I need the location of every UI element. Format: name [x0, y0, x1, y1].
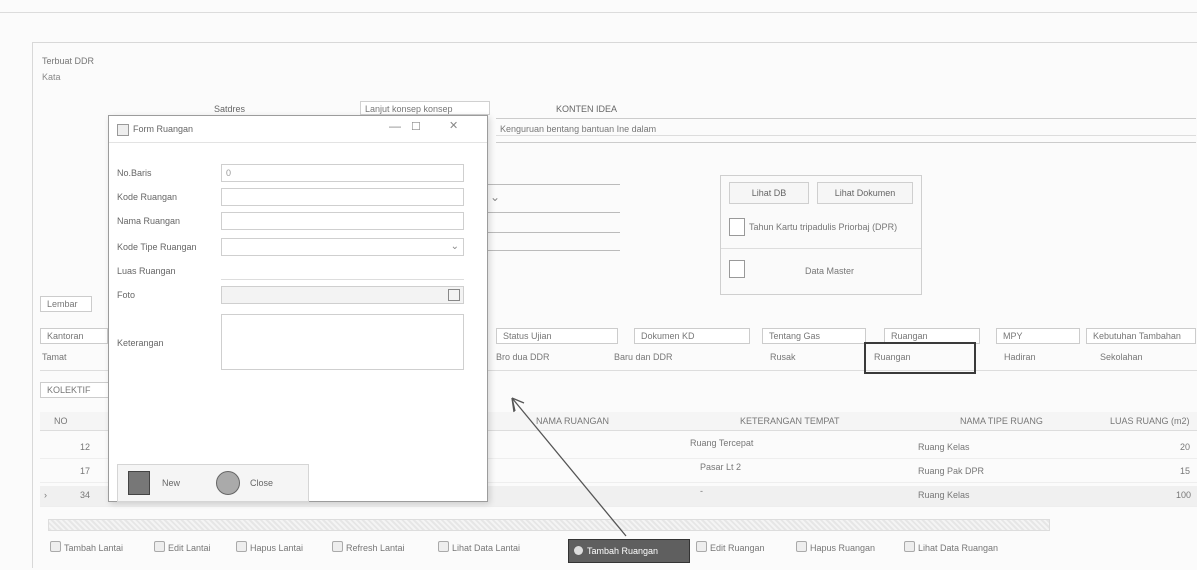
kode-tipe-select[interactable]: ⌄ — [221, 238, 464, 256]
chevron-down-icon: ⌄ — [450, 241, 459, 252]
new-button[interactable]: New — [122, 469, 202, 497]
close-icon[interactable]: ✕ — [449, 119, 458, 132]
label-kode-ruangan: Kode Ruangan — [117, 192, 178, 202]
save-icon — [128, 471, 150, 495]
window-icon — [117, 124, 129, 136]
no-baris-field[interactable]: 0 — [221, 164, 464, 182]
label-keterangan: Keterangan — [117, 338, 164, 348]
dialog-footer: New Close — [117, 464, 309, 502]
foto-field[interactable] — [221, 286, 464, 304]
nama-ruangan-field[interactable] — [221, 212, 464, 230]
label-foto: Foto — [117, 290, 136, 300]
close-circle-icon — [216, 471, 240, 495]
close-button[interactable]: Close — [214, 469, 300, 497]
keterangan-textarea[interactable] — [221, 314, 464, 370]
label-no-baris: No.Baris — [117, 168, 152, 178]
close-label: Close — [250, 478, 274, 488]
dialog-titlebar: Form Ruangan — ☐ ✕ — [109, 116, 487, 143]
dialog-title: Form Ruangan — [133, 124, 194, 134]
kode-ruangan-field[interactable] — [221, 188, 464, 206]
label-nama-ruangan: Nama Ruangan — [117, 216, 181, 226]
minimize-icon[interactable]: — — [389, 119, 401, 133]
form-ruangan-dialog: Form Ruangan — ☐ ✕ No.Baris 0 Kode Ruang… — [108, 115, 488, 502]
luas-ruangan-field[interactable] — [221, 262, 464, 280]
new-label: New — [162, 478, 181, 488]
label-kode-tipe: Kode Tipe Ruangan — [117, 242, 197, 252]
maximize-icon[interactable]: ☐ — [411, 120, 421, 133]
browse-icon[interactable] — [448, 289, 460, 301]
label-luas-ruangan: Luas Ruangan — [117, 266, 176, 276]
